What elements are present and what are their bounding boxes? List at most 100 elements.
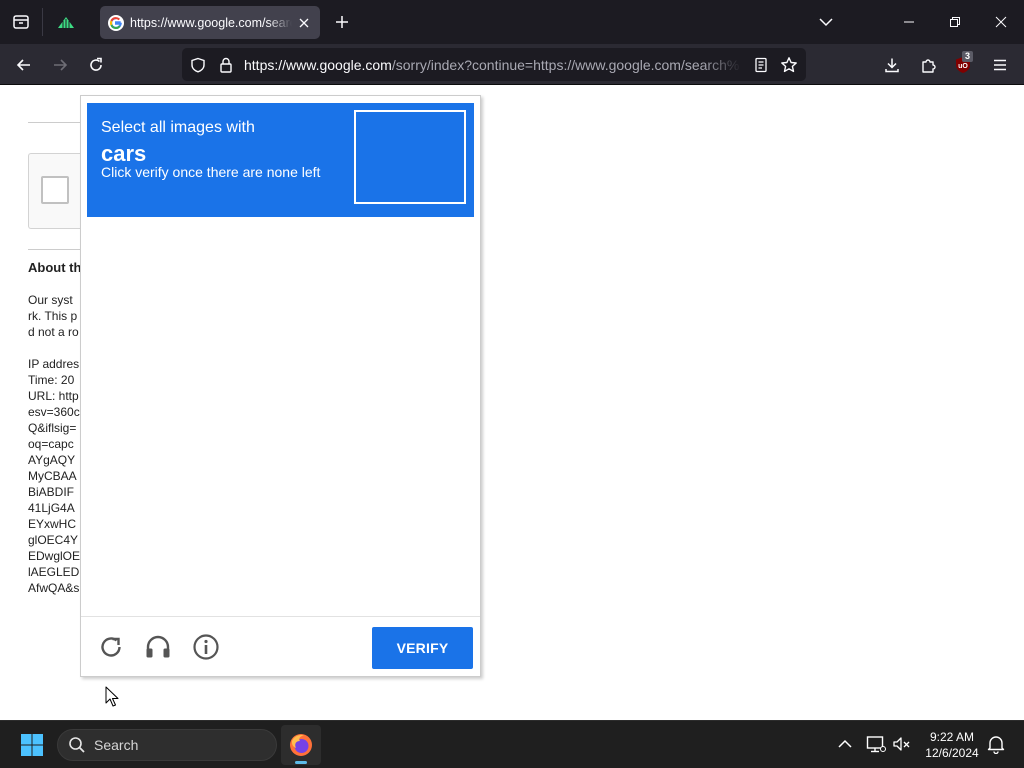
clock-time: 9:22 AM	[929, 730, 975, 744]
about-line	[28, 340, 88, 356]
about-line: BiABDIF	[28, 485, 75, 499]
close-window-button[interactable]	[978, 0, 1024, 44]
application-menu-button[interactable]	[985, 50, 1015, 80]
shield-icon	[191, 57, 205, 73]
google-favicon-icon	[108, 14, 124, 31]
running-indicator	[295, 761, 307, 764]
firefox-icon	[290, 734, 312, 756]
clock-date: 12/6/2024	[925, 746, 979, 760]
volume-button[interactable]	[891, 733, 913, 755]
back-button[interactable]	[9, 50, 39, 80]
about-line: 41LjG4A	[28, 501, 75, 515]
navigation-toolbar: https://www.google.com/sorry/index?conti…	[0, 44, 1024, 85]
reader-view-button[interactable]	[752, 56, 770, 74]
firefox-view-button[interactable]	[0, 0, 42, 44]
captcha-instruction: Select all images with	[101, 119, 255, 136]
about-line: Time: 20	[28, 373, 75, 387]
url-text[interactable]: https://www.google.com/sorry/index?conti…	[244, 57, 742, 73]
about-line: EDwglOE	[28, 549, 81, 563]
recaptcha-checkbox[interactable]	[41, 176, 69, 204]
reload-challenge-button[interactable]	[97, 633, 125, 661]
show-hidden-icons-button[interactable]	[834, 733, 856, 755]
tracking-protection-button[interactable]	[189, 56, 207, 74]
help-info-button[interactable]	[192, 633, 220, 661]
about-line: IP addres	[28, 357, 80, 371]
reload-icon	[101, 637, 121, 657]
captcha-header: Select all images with cars Click verify…	[87, 103, 474, 217]
forward-button[interactable]	[45, 50, 75, 80]
about-line: EYxwHC	[28, 517, 77, 531]
about-line: AYgAQY	[28, 453, 76, 467]
new-tab-button[interactable]	[330, 10, 354, 34]
headphones-icon	[146, 635, 170, 658]
captcha-sample-image	[354, 110, 466, 204]
network-icon	[866, 736, 886, 753]
puzzle-piece-icon	[922, 59, 936, 73]
chevron-down-icon	[819, 18, 833, 27]
restore-window-button[interactable]	[932, 0, 978, 44]
bell-icon	[987, 736, 1005, 754]
about-title: About th	[28, 260, 82, 275]
chevron-up-icon	[838, 739, 852, 748]
about-line: d not a ro	[28, 325, 79, 339]
about-line: Our syst	[28, 293, 73, 307]
captcha-footer: VERIFY	[81, 616, 480, 676]
star-icon	[781, 57, 797, 73]
lock-icon	[220, 57, 232, 73]
start-button[interactable]	[14, 729, 50, 761]
url-bar[interactable]: https://www.google.com/sorry/index?conti…	[182, 48, 806, 81]
extensions-button[interactable]	[913, 50, 943, 80]
taskbar-firefox[interactable]	[281, 725, 321, 765]
close-icon	[995, 16, 1007, 28]
close-icon	[299, 18, 309, 27]
captcha-challenge-dialog: Select all images with cars Click verify…	[80, 95, 481, 677]
network-status-button[interactable]	[865, 733, 887, 755]
site-info-button[interactable]	[217, 56, 235, 74]
about-line: esv=360c	[28, 405, 80, 419]
windows-logo-icon	[21, 734, 43, 756]
about-line: lAEGLED	[28, 565, 80, 579]
about-line: URL: http	[28, 389, 79, 403]
reload-icon	[90, 57, 102, 71]
extension-badge: 3	[962, 51, 974, 62]
url-host: https://www.google.com	[244, 57, 392, 73]
plus-icon	[336, 16, 348, 28]
taskbar-search[interactable]: Search	[57, 729, 277, 761]
info-icon	[193, 634, 219, 660]
divider	[28, 249, 88, 250]
list-all-tabs-button[interactable]	[814, 10, 838, 34]
speaker-muted-icon	[893, 737, 910, 751]
active-tab[interactable]: https://www.google.com/search	[100, 6, 320, 39]
tab-strip: https://www.google.com/search	[0, 0, 1024, 44]
about-line: oq=capc	[28, 437, 74, 451]
audio-challenge-button[interactable]	[144, 633, 172, 661]
system-clock[interactable]: 9:22 AM 12/6/2024	[916, 729, 988, 761]
downloads-button[interactable]	[877, 50, 907, 80]
pinned-tab[interactable]	[50, 6, 82, 38]
about-line: glOEC4Y	[28, 533, 79, 547]
url-path: /sorry/index?continue=https://www.google…	[391, 57, 740, 73]
minimize-window-button[interactable]	[886, 0, 932, 44]
reload-button[interactable]	[81, 50, 111, 80]
search-label: Search	[94, 737, 139, 753]
bookmark-button[interactable]	[780, 56, 798, 74]
minimize-icon	[904, 21, 914, 23]
about-line: Q&iflsig=	[28, 421, 77, 435]
arrow-right-icon	[54, 59, 68, 71]
captcha-subtext: Click verify once there are none left	[101, 164, 321, 180]
download-icon	[885, 58, 899, 73]
reader-view-icon	[755, 57, 767, 73]
recaptcha-widget	[28, 153, 88, 229]
pinned-tab-favicon-icon	[58, 17, 74, 28]
taskbar: Search 9:22 AM 12/6/2024	[0, 720, 1024, 768]
tab-title: https://www.google.com/search	[130, 15, 292, 30]
hamburger-menu-icon	[994, 59, 1006, 71]
tab-separator	[42, 8, 43, 36]
firefox-view-icon	[13, 15, 29, 29]
captcha-image-grid[interactable]	[87, 217, 474, 615]
verify-button[interactable]: VERIFY	[372, 627, 473, 669]
restore-icon	[950, 17, 960, 27]
tab-close-button[interactable]	[296, 15, 312, 31]
notifications-button[interactable]	[985, 733, 1007, 755]
about-line: rk. This p	[28, 309, 78, 323]
